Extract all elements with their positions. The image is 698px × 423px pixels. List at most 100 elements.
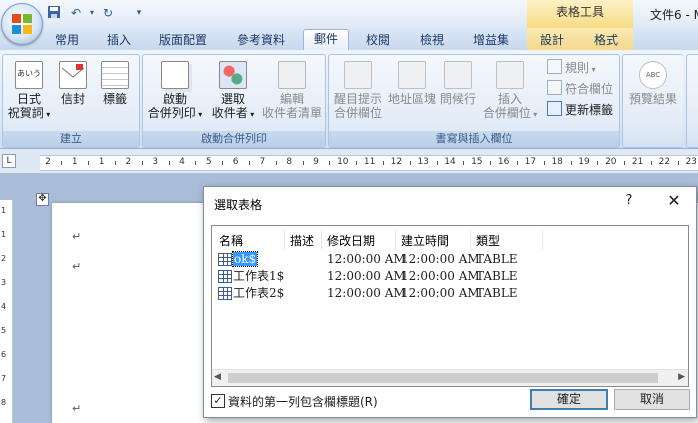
ruler-tick xyxy=(490,161,492,165)
highlight-label-2: 合併欄位 xyxy=(333,106,382,120)
tab-review[interactable]: 校閱 xyxy=(358,31,398,50)
table-row[interactable]: 工作表1$ 12:00:00 AM 12:00:00 AM TABLE xyxy=(212,268,688,285)
contextual-tab-group-label: 表格工具 xyxy=(527,0,633,28)
tab-mailings[interactable]: 郵件 xyxy=(303,29,349,51)
horizontal-scrollbar[interactable]: ◀ ▶ xyxy=(212,369,688,386)
undo-icon[interactable]: ↶ xyxy=(68,5,84,21)
tab-stop-selector[interactable]: L xyxy=(2,154,16,168)
close-icon[interactable]: ✕ xyxy=(664,191,684,211)
ruler-number: 4 xyxy=(1,302,7,311)
update-labels-button[interactable]: 更新標籤 xyxy=(547,101,613,118)
customize-qat-icon[interactable]: ▾ xyxy=(131,5,147,21)
ruler-number: 5 xyxy=(1,326,7,335)
help-icon[interactable]: ? xyxy=(622,193,636,208)
insert-field-icon xyxy=(496,61,524,89)
undo-dropdown-icon[interactable]: ▾ xyxy=(84,5,100,21)
column-header-type[interactable]: 類型 xyxy=(476,232,500,249)
match-fields-button[interactable]: 符合欄位 xyxy=(547,80,613,97)
ribbon-group-next xyxy=(686,54,698,148)
ruler-tick xyxy=(543,161,545,165)
save-icon[interactable] xyxy=(46,5,62,21)
ruler-tick xyxy=(356,161,358,165)
ok-button[interactable]: 確定 xyxy=(530,389,608,410)
preview-results-button[interactable]: ABC 預覽結果 xyxy=(625,61,681,106)
horizontal-ruler[interactable]: 2 1 1 2 3 4 5 6 7 8 9 10 11 12 13 14 15 16 17 18 19 20 21 22 23 xyxy=(40,155,698,171)
scroll-right-icon[interactable]: ▶ xyxy=(678,372,685,382)
ruler-number: 7 xyxy=(1,374,7,383)
tab-design[interactable]: 設計 xyxy=(532,31,572,50)
column-divider[interactable] xyxy=(395,230,396,250)
tab-home[interactable]: 常用 xyxy=(48,31,86,50)
ruler-tick xyxy=(168,161,170,165)
row-type: TABLE xyxy=(476,269,518,283)
greeting-line-icon xyxy=(444,61,472,89)
ruler-number: 2 xyxy=(125,157,132,167)
column-divider[interactable] xyxy=(470,230,471,250)
select-recipients-label-1: 選取 xyxy=(220,92,245,106)
table-row[interactable]: 工作表2$ 12:00:00 AM 12:00:00 AM TABLE xyxy=(212,285,688,302)
ruler-number: 18 xyxy=(551,157,563,167)
ruler-number: 16 xyxy=(497,157,510,167)
japanese-greeting-button[interactable]: あいう 日式 祝賀詞 ▾ xyxy=(7,61,51,122)
column-header-modified[interactable]: 修改日期 xyxy=(327,232,375,249)
update-labels-icon xyxy=(547,101,562,116)
ruler-tick xyxy=(436,161,438,165)
row-modified: 12:00:00 AM xyxy=(327,286,406,300)
japanese-greeting-label-2: 祝賀詞 xyxy=(7,106,44,120)
ruler-tick xyxy=(383,161,384,165)
table-list[interactable]: 名稱 描述 修改日期 建立時間 類型 ok$ 12:00:00 AM 12:00… xyxy=(211,225,689,387)
redo-icon[interactable]: ↻ xyxy=(100,5,116,21)
office-logo-icon xyxy=(12,14,32,34)
ruler-number: 1 xyxy=(1,206,7,215)
row-name: 工作表1$ xyxy=(233,269,285,283)
insert-merge-field-button[interactable]: 插入 合併欄位 ▾ xyxy=(479,61,541,122)
column-divider[interactable] xyxy=(284,230,285,250)
labels-button[interactable]: 標籤 xyxy=(95,61,135,106)
ruler-number: 6 xyxy=(1,350,7,359)
tab-view[interactable]: 檢視 xyxy=(412,31,452,50)
tab-format[interactable]: 格式 xyxy=(584,31,628,50)
ruler-tick xyxy=(570,161,572,165)
select-recipients-button[interactable]: 選取 收件者 ▾ xyxy=(205,61,261,122)
ruler-number: 3 xyxy=(1,278,7,287)
ruler-tick xyxy=(677,161,679,165)
table-row[interactable]: ok$ 12:00:00 AM 12:00:00 AM TABLE xyxy=(212,251,688,268)
ruler-number: 6 xyxy=(232,157,239,167)
labels-icon xyxy=(101,61,129,89)
highlight-merge-fields-button[interactable]: 醒目提示 合併欄位 xyxy=(331,61,385,120)
ruler-number: 22 xyxy=(658,157,671,167)
address-block-button[interactable]: 地址區塊 xyxy=(387,61,437,106)
scroll-left-icon[interactable]: ◀ xyxy=(214,372,221,382)
table-move-handle[interactable]: ✥ xyxy=(36,193,49,206)
tab-references[interactable]: 參考資料 xyxy=(226,31,296,50)
match-fields-icon xyxy=(547,80,562,95)
column-header-created[interactable]: 建立時間 xyxy=(401,232,449,249)
ruler-number: 8 xyxy=(1,398,7,407)
tab-insert[interactable]: 插入 xyxy=(100,31,138,50)
rules-button[interactable]: 規則 ▾ xyxy=(547,59,596,78)
ruler-tick xyxy=(141,161,143,165)
paragraph-mark: ↵ xyxy=(72,260,82,273)
cancel-button[interactable]: 取消 xyxy=(614,389,690,410)
ruler-number: 4 xyxy=(179,157,185,167)
chevron-down-icon: ▾ xyxy=(530,110,538,119)
tab-page-layout[interactable]: 版面配置 xyxy=(150,31,216,50)
greeting-line-button[interactable]: 問候行 xyxy=(437,61,479,106)
scrollbar-thumb[interactable] xyxy=(228,373,658,383)
edit-recipient-list-button[interactable]: 編輯 收件者清單 xyxy=(259,61,325,120)
vertical-ruler[interactable]: 1 1 2 3 4 5 6 7 8 xyxy=(0,200,13,423)
column-header-description[interactable]: 描述 xyxy=(290,232,314,249)
column-header-name[interactable]: 名稱 xyxy=(219,232,243,249)
office-button[interactable] xyxy=(1,3,43,45)
ruler-number: 21 xyxy=(631,157,644,167)
tab-addins[interactable]: 增益集 xyxy=(464,31,518,50)
rules-icon xyxy=(547,59,562,74)
first-row-headers-label[interactable]: 資料的第一列包含欄標題(R) xyxy=(228,393,378,410)
column-divider[interactable] xyxy=(321,230,322,250)
first-row-headers-checkbox[interactable]: ✓ xyxy=(211,394,225,408)
ruler-tick xyxy=(409,161,411,165)
start-mail-merge-button[interactable]: 啟動 合併列印 ▾ xyxy=(145,61,205,122)
envelopes-button[interactable]: 信封 xyxy=(53,61,93,106)
document-title: 文件6 - M xyxy=(650,8,698,22)
column-divider[interactable] xyxy=(542,230,543,250)
